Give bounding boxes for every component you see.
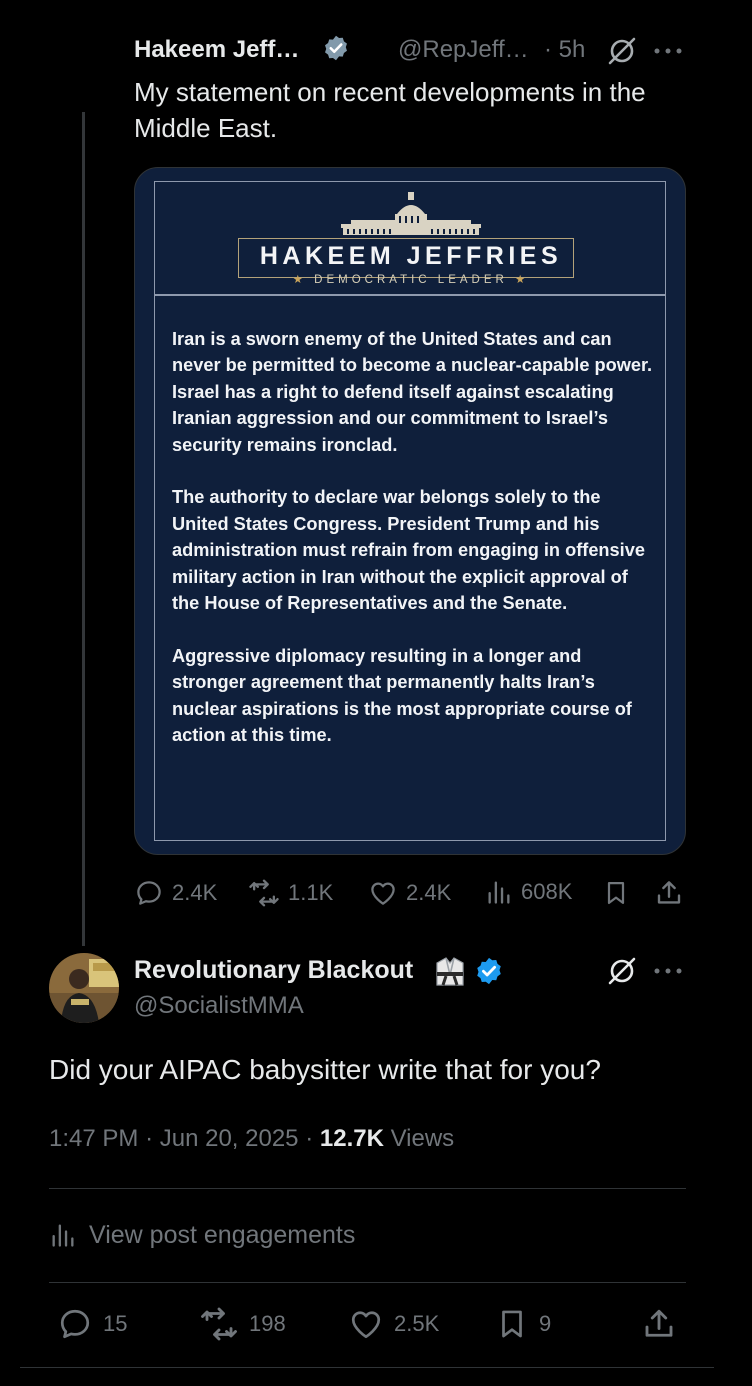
like-button[interactable]: 2.5K [348,1306,439,1342]
reply-button[interactable]: 15 [57,1306,127,1342]
image-subtitle: ★ DEMOCRATIC LEADER ★ [135,272,685,286]
view-engagements-label: View post engagements [89,1220,356,1249]
reply-icon [134,878,164,908]
like-count: 2.5K [394,1311,440,1336]
grok-icon[interactable] [606,35,638,67]
statement-paragraph: Iran is a sworn enemy of the United Stat… [172,329,653,455]
views-count: 12.7K [319,1125,384,1152]
more-icon[interactable] [654,48,682,54]
martial-arts-uniform-emoji [433,955,467,989]
star-icon: ★ [292,274,307,286]
capitol-icon [341,192,481,238]
bookmark-count: 9 [539,1311,552,1336]
repost-button[interactable]: 198 [199,1306,286,1342]
verified-badge-icon [322,34,350,62]
meta-separator: · [305,1125,314,1152]
views-icon [485,878,513,906]
repost-icon [199,1306,239,1342]
reply-author-handle[interactable]: @SocialistMMA [134,992,304,1020]
views-label: Views [390,1125,455,1152]
reply-button[interactable]: 2.4K [134,878,217,908]
statement-paragraph: Aggressive diplomacy resulting in a long… [172,645,632,746]
divider [49,1188,686,1189]
image-divider [154,294,666,296]
reply-text: Did your AIPAC babysitter write that for… [49,1054,601,1085]
author-handle[interactable]: @RepJeff… [398,36,529,64]
reply-count: 2.4K [172,880,218,905]
bottom-divider [20,1367,714,1368]
reply-action-bar: 15 198 2.5K 9 [49,1306,686,1346]
statement-body: Iran is a sworn enemy of the United Stat… [172,326,658,775]
share-button[interactable] [641,1306,677,1342]
divider [49,1282,686,1283]
post-time[interactable]: 1:47 PM [49,1125,138,1152]
grok-icon[interactable] [606,955,638,987]
like-count: 2.4K [406,880,452,905]
bookmark-button[interactable]: 9 [495,1306,551,1342]
more-icon[interactable] [654,968,682,974]
share-icon [641,1306,677,1342]
avatar[interactable] [49,953,119,1023]
like-icon [368,878,398,908]
repost-button[interactable]: 1.1K [248,878,333,908]
repost-icon [248,878,280,908]
bookmark-icon [602,878,630,908]
author-name[interactable]: Hakeem Jeff… [134,36,299,64]
statement-image[interactable]: HAKEEM JEFFRIES ★ DEMOCRATIC LEADER ★ Ir… [134,167,686,855]
like-icon [348,1306,384,1342]
tweet-text: My statement on recent developments in t… [134,77,646,143]
reply-icon [57,1306,93,1342]
thread-line [82,112,85,946]
bookmark-icon [495,1306,529,1342]
post-time[interactable]: · 5h [544,36,585,64]
views-icon [49,1221,77,1249]
verified-badge-icon [474,956,504,986]
post-date[interactable]: Jun 20, 2025 [160,1125,299,1152]
share-button[interactable] [654,878,684,908]
like-button[interactable]: 2.4K [368,878,451,908]
image-role: DEMOCRATIC LEADER [314,274,508,286]
share-icon [654,878,684,908]
views-button[interactable]: 608K [485,878,572,906]
statement-paragraph: The authority to declare war belongs sol… [172,487,645,614]
views-count: 608K [521,879,573,904]
view-engagements-link[interactable]: View post engagements [49,1218,355,1252]
repost-count: 198 [249,1311,286,1336]
tweet-action-bar: 2.4K 1.1K 2.4K 608K [134,878,686,912]
repost-count: 1.1K [288,880,334,905]
bookmark-button[interactable] [602,878,630,908]
star-icon: ★ [515,274,530,286]
meta-separator: · [145,1125,154,1152]
post-meta: 1:47 PM · Jun 20, 2025 · 12.7K Views [49,1125,454,1153]
image-title: HAKEEM JEFFRIES [259,242,563,270]
reply-count: 15 [103,1311,128,1336]
reply-author-name[interactable]: Revolutionary Blackout [134,956,413,985]
